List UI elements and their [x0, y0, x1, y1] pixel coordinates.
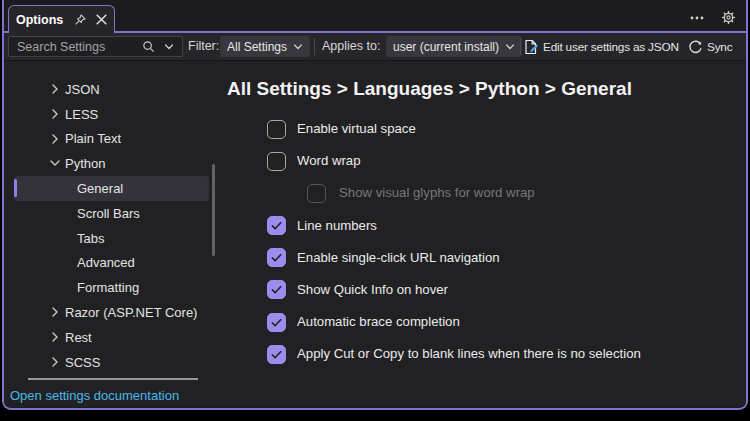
search-icon[interactable] — [142, 40, 155, 53]
tree-item-label: SCSS — [65, 355, 100, 370]
tab-title: Options — [16, 13, 63, 27]
tree-item-plain-text[interactable]: Plain Text — [14, 127, 209, 152]
tree-item-json[interactable]: JSON — [14, 77, 209, 102]
sync-icon — [688, 39, 703, 54]
titlebar-actions — [689, 4, 736, 35]
tree-item-advanced[interactable]: Advanced — [14, 251, 209, 276]
checkmark-icon — [270, 283, 283, 296]
option-row: Word wrap — [222, 145, 746, 177]
tree-item-label: Tabs — [77, 231, 104, 246]
tree-item-rest[interactable]: Rest — [14, 325, 209, 350]
option-row: Show Quick Info on hover — [222, 274, 746, 306]
chevron-down-icon — [505, 42, 515, 52]
options-window: Options — [2, 0, 748, 410]
ellipsis-icon[interactable] — [689, 11, 705, 29]
tree-item-formatting[interactable]: Formatting — [14, 275, 209, 300]
search-input[interactable]: Search Settings — [8, 36, 183, 57]
sync-label: Sync — [707, 40, 732, 54]
tree-item-label: JSON — [65, 82, 100, 97]
checkbox-show-quick-info-on-hover[interactable] — [267, 280, 286, 299]
edit-json-label: Edit user settings as JSON — [543, 40, 679, 54]
applies-to-dropdown[interactable]: user (current install) — [386, 36, 522, 57]
tree-item-label: Rest — [65, 330, 92, 345]
edit-json-icon — [523, 39, 539, 55]
tree-scrollbar[interactable] — [212, 164, 215, 256]
option-label: Enable single-click URL navigation — [297, 242, 500, 274]
option-label: Enable virtual space — [297, 113, 416, 145]
tree-item-python[interactable]: Python — [14, 151, 209, 176]
checkbox-automatic-brace-completion[interactable] — [267, 313, 286, 332]
checkbox-enable-single-click-url-navigation[interactable] — [267, 248, 286, 267]
chevron-right-icon[interactable] — [48, 132, 62, 146]
checkbox-line-numbers[interactable] — [267, 216, 286, 235]
option-label: Apply Cut or Copy to blank lines when th… — [297, 338, 641, 370]
filter-label: Filter: — [188, 33, 219, 60]
checkbox-show-visual-glyphs-for-word-wrap — [307, 184, 326, 203]
search-placeholder: Search Settings — [17, 40, 142, 54]
checkmark-icon — [270, 316, 283, 329]
checkmark-icon — [270, 251, 283, 264]
option-row: Line numbers — [222, 210, 746, 242]
chevron-right-icon[interactable] — [48, 305, 62, 319]
checkmark-icon — [270, 348, 283, 361]
tree-item-label: General — [77, 181, 123, 196]
toolbar-separator — [520, 38, 521, 55]
option-label: Word wrap — [297, 145, 361, 177]
tree-item-razor-asp-net-core-[interactable]: Razor (ASP.NET Core) — [14, 300, 209, 325]
applies-to-value: user (current install) — [393, 40, 499, 54]
search-options-chevron-icon[interactable] — [164, 42, 174, 52]
option-label: Automatic brace completion — [297, 306, 460, 338]
settings-tree: JSON LESS Plain Text Python General Scroll Ba… — [4, 61, 222, 407]
tree-item-scss[interactable]: SCSS — [14, 350, 209, 375]
option-label: Show visual glyphs for word wrap — [339, 177, 535, 209]
sync-button[interactable]: Sync — [688, 35, 732, 58]
chevron-right-icon[interactable] — [48, 82, 62, 96]
chevron-right-icon[interactable] — [48, 107, 62, 121]
checkmark-icon — [270, 219, 283, 232]
settings-panel: All Settings > Languages > Python > Gene… — [222, 61, 746, 407]
close-icon[interactable] — [95, 13, 108, 26]
sidebar-divider — [28, 378, 198, 380]
gear-icon[interactable] — [721, 10, 736, 29]
tree-item-tabs[interactable]: Tabs — [14, 226, 209, 251]
chevron-down-icon[interactable] — [48, 156, 62, 170]
tree-item-less[interactable]: LESS — [14, 102, 209, 127]
toolbar-separator — [314, 38, 315, 55]
tree-item-label: Razor (ASP.NET Core) — [65, 305, 197, 320]
toolbar: Search Settings Filter: All Settings — [4, 31, 746, 60]
applies-to-label: Applies to: — [322, 33, 380, 60]
option-row: Automatic brace completion — [222, 306, 746, 338]
option-row: Enable virtual space — [222, 113, 746, 145]
checkbox-enable-virtual-space[interactable] — [267, 120, 286, 139]
tree-item-label: Advanced — [77, 255, 135, 270]
tree-item-label: Scroll Bars — [77, 206, 140, 221]
chevron-right-icon[interactable] — [48, 355, 62, 369]
option-label: Show Quick Info on hover — [297, 274, 448, 306]
option-row: Apply Cut or Copy to blank lines when th… — [222, 338, 746, 370]
tree-item-label: Python — [65, 156, 105, 171]
tree-item-general[interactable]: General — [14, 176, 209, 201]
body: JSON LESS Plain Text Python General Scroll Ba… — [4, 60, 746, 407]
tree-item-label: Formatting — [77, 280, 139, 295]
options-tab[interactable]: Options — [8, 5, 115, 33]
tree-item-label: LESS — [65, 107, 98, 122]
filter-value: All Settings — [227, 40, 287, 54]
option-label: Line numbers — [297, 210, 377, 242]
checkbox-word-wrap[interactable] — [267, 152, 286, 171]
tree-item-label: Plain Text — [65, 131, 121, 146]
option-row: Enable single-click URL navigation — [222, 242, 746, 274]
screen: Options — [0, 0, 750, 421]
checkbox-apply-cut-or-copy-to-blank-lines-when-there-is-no-selection[interactable] — [267, 345, 286, 364]
tree-item-scroll-bars[interactable]: Scroll Bars — [14, 201, 209, 226]
open-settings-doc-link[interactable]: Open settings documentation — [10, 388, 179, 403]
chevron-right-icon[interactable] — [48, 330, 62, 344]
title-bar: Options — [4, 0, 746, 31]
breadcrumb-heading: All Settings > Languages > Python > Gene… — [227, 78, 632, 100]
edit-json-button[interactable]: Edit user settings as JSON — [523, 35, 679, 58]
pin-icon[interactable] — [73, 13, 87, 27]
option-row: Show visual glyphs for word wrap — [222, 177, 746, 209]
chevron-down-icon — [293, 42, 303, 52]
filter-dropdown[interactable]: All Settings — [220, 36, 310, 57]
